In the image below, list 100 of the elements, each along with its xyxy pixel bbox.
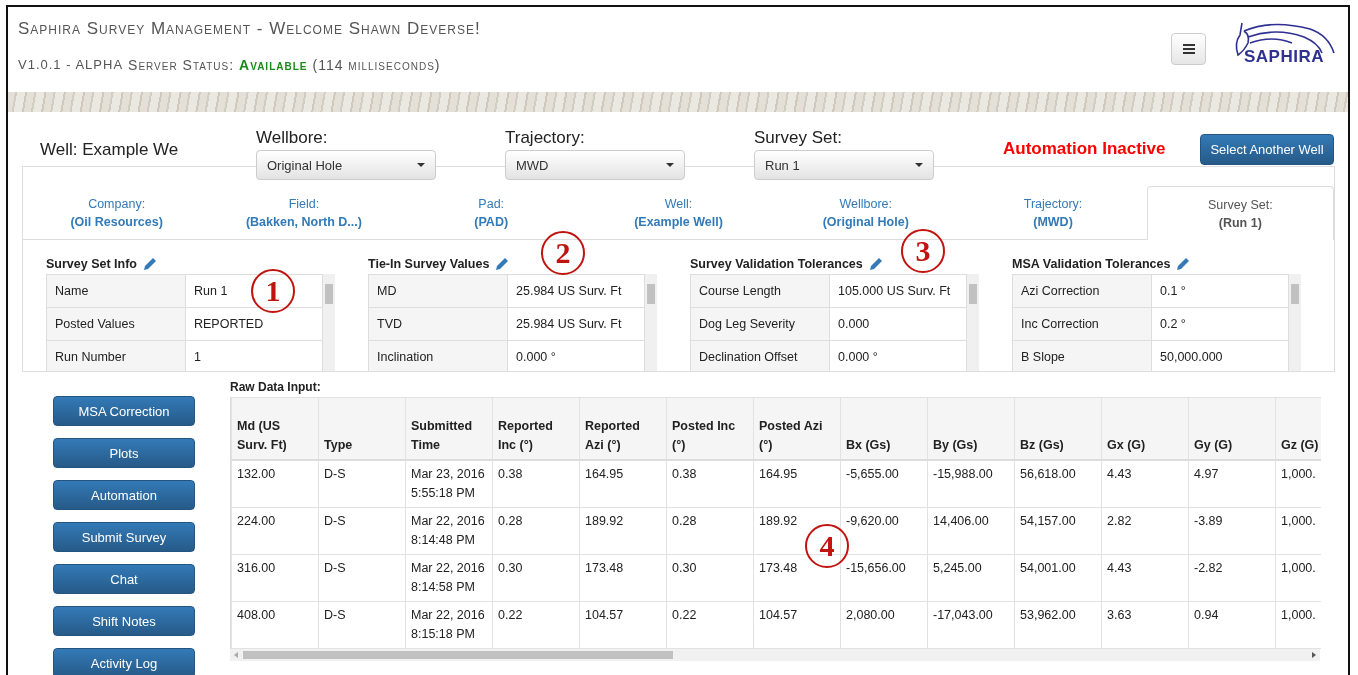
table-cell: 0.28	[666, 507, 754, 554]
selector-label: Survey Set:	[754, 128, 843, 149]
column-header: By (Gs)	[927, 397, 1015, 460]
dropdown[interactable]: MWD	[505, 150, 685, 180]
table-cell: 408.00	[231, 601, 319, 648]
table-cell: 0.30	[666, 554, 754, 601]
table-cell: 173.48	[579, 554, 667, 601]
column-header: Posted Azi (°)	[753, 397, 841, 460]
caret-icon	[666, 163, 674, 167]
property-name: TVD	[368, 307, 508, 341]
table-cell: 0.22	[666, 601, 754, 648]
table-cell: 0.22	[492, 601, 580, 648]
table-cell: 2,080.00	[840, 601, 928, 648]
column-header: Gx (G)	[1101, 397, 1189, 460]
column-header: Posted Inc (°)	[666, 397, 754, 460]
caret-icon	[417, 163, 425, 167]
table-cell: Mar 22, 2016 8:14:48 PM	[405, 507, 493, 554]
property-value: 105.000 US Surv. Ft	[829, 274, 967, 308]
automation-status: Automation Inactive	[1003, 138, 1167, 159]
table-cell: 0.38	[666, 459, 754, 507]
column-header: Reported Azi (°)	[579, 397, 667, 460]
table-cell: 189.92	[579, 507, 667, 554]
server-status: Available	[239, 57, 308, 73]
dropdown[interactable]: Run 1	[754, 150, 934, 180]
column-header: Bz (Gs)	[1014, 397, 1102, 460]
latency-text: (114 milliseconds)	[312, 57, 441, 73]
callout-marker: 4	[805, 524, 849, 568]
pencil-icon[interactable]	[868, 257, 883, 271]
property-value: 25.984 US Surv. Ft	[507, 307, 645, 341]
table-cell: -2.82	[1188, 554, 1276, 601]
column-header: Submitted Time	[405, 397, 493, 460]
property-name: MD	[368, 274, 508, 308]
nav-button[interactable]: Plots	[53, 438, 195, 468]
property-value: 25.984 US Surv. Ft	[507, 274, 645, 308]
table-cell: D-S	[318, 601, 406, 648]
table-cell: -17,043.00	[927, 601, 1015, 648]
table-cell: -15,988.00	[927, 459, 1015, 507]
table-cell: 4.43	[1101, 459, 1189, 507]
pencil-icon[interactable]	[495, 257, 510, 271]
column-header: Type	[318, 397, 406, 460]
tab[interactable]: Well: (Example Well)	[584, 186, 773, 239]
select-well-button[interactable]: Select Another Well	[1200, 134, 1334, 165]
property-value: 0.1 °	[1151, 274, 1289, 308]
property-name: Dog Leg Severity	[690, 307, 830, 341]
column-header: Bx (Gs)	[840, 397, 928, 460]
table-cell: D-S	[318, 459, 406, 507]
table-cell: 132.00	[231, 459, 319, 507]
table-cell: 3.63	[1101, 601, 1189, 648]
tab[interactable]: Company: (Oil Resources)	[23, 186, 211, 239]
nav-button[interactable]: Chat	[53, 564, 195, 594]
property-value: REPORTED	[185, 307, 323, 341]
table-cell: 104.57	[753, 601, 841, 648]
scrollbar[interactable]	[323, 274, 335, 371]
table-cell: 4.97	[1188, 459, 1276, 507]
table-cell: 5,245.00	[927, 554, 1015, 601]
nav-button[interactable]: Automation	[53, 480, 195, 510]
property-name: Run Number	[46, 340, 186, 371]
section-title: Survey Validation Tolerances	[690, 257, 863, 271]
menu-icon	[1182, 43, 1195, 55]
table-cell: -5,655.00	[840, 459, 928, 507]
pencil-icon[interactable]	[143, 257, 157, 271]
property-name: Declination Offset	[690, 340, 830, 371]
table-cell: Mar 23, 2016 5:55:18 PM	[405, 459, 493, 507]
table-cell: 0.38	[492, 459, 580, 507]
property-name: B Slope	[1012, 340, 1152, 371]
callout-marker: 2	[541, 231, 585, 275]
pencil-icon[interactable]	[1176, 257, 1191, 271]
menu-button[interactable]	[1171, 33, 1206, 65]
callout-marker: 3	[901, 229, 945, 273]
nav-button[interactable]: MSA Correction	[53, 396, 195, 426]
right-arrow-icon[interactable]	[1312, 651, 1316, 658]
table-cell: 0.28	[492, 507, 580, 554]
property-value: 0.2 °	[1151, 307, 1289, 341]
table-cell: 4.43	[1101, 554, 1189, 601]
tab[interactable]: Field: (Bakken, North D...)	[210, 186, 398, 239]
nav-button[interactable]: Activity Log	[53, 648, 195, 675]
nav-button[interactable]: Shift Notes	[53, 606, 195, 636]
table-cell: 164.95	[579, 459, 667, 507]
scrollbar[interactable]	[1289, 274, 1301, 371]
tab[interactable]: Survey Set: (Run 1)	[1146, 186, 1334, 240]
tab[interactable]: Trajectory: (MWD)	[959, 186, 1147, 239]
scrollbar[interactable]	[645, 274, 657, 371]
scrollbar[interactable]	[967, 274, 979, 371]
section-title: Raw Data Input:	[230, 380, 322, 396]
table-cell: 54,001.00	[1014, 554, 1102, 601]
property-name: Azi Correction	[1012, 274, 1152, 308]
table-cell: -3.89	[1188, 507, 1276, 554]
table-cell: 104.57	[579, 601, 667, 648]
property-name: Inc Correction	[1012, 307, 1152, 341]
table-cell: 0.94	[1188, 601, 1276, 648]
table-cell: 14,406.00	[927, 507, 1015, 554]
selector-label: Wellbore:	[256, 128, 329, 149]
property-name: Posted Values	[46, 307, 186, 341]
table-cell: Mar 22, 2016 8:14:58 PM	[405, 554, 493, 601]
dropdown[interactable]: Original Hole	[256, 150, 436, 180]
nav-button[interactable]: Submit Survey	[53, 522, 195, 552]
property-name: Name	[46, 274, 186, 308]
table-cell: 53,962.00	[1014, 601, 1102, 648]
table-cell: D-S	[318, 507, 406, 554]
table-cell: 316.00	[231, 554, 319, 601]
